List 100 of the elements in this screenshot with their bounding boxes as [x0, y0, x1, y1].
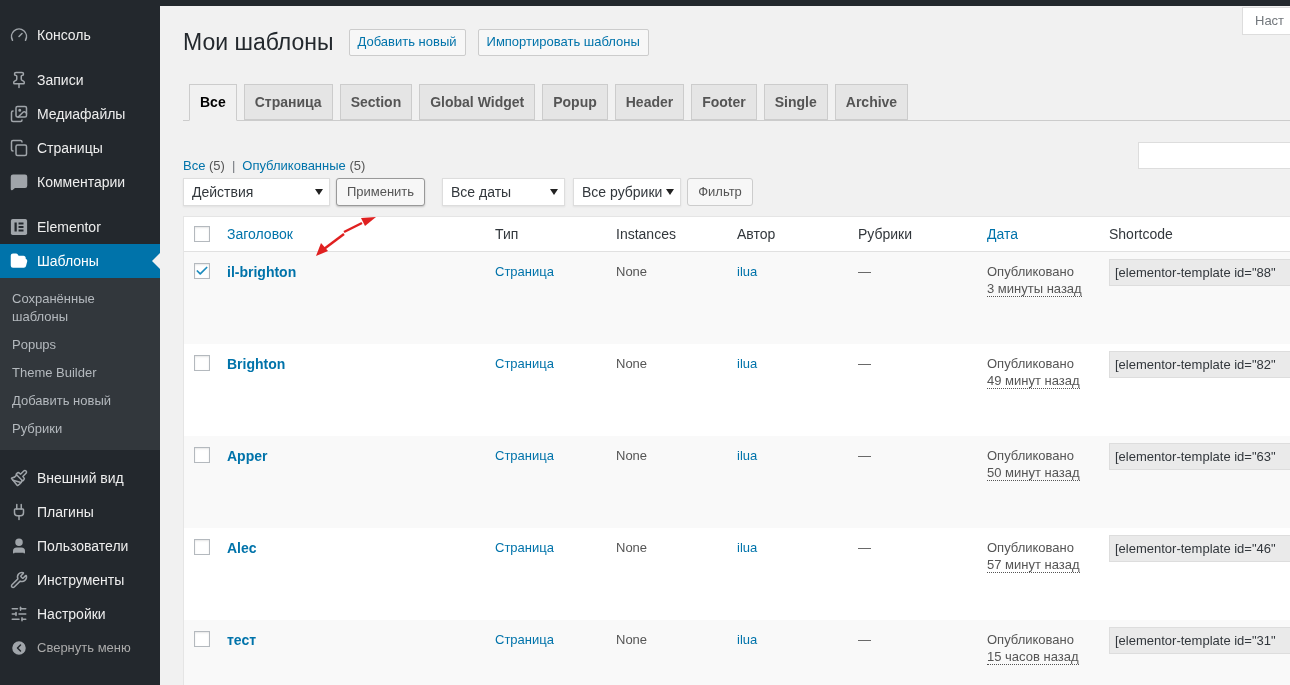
- view-link[interactable]: Опубликованные (5): [242, 155, 366, 175]
- check-icon: [195, 264, 209, 278]
- tab[interactable]: Popup: [542, 84, 608, 120]
- status-text: Опубликовано: [987, 263, 1074, 281]
- author-link[interactable]: ilua: [737, 630, 758, 650]
- checkbox[interactable]: [194, 631, 210, 647]
- bulk-actions-select[interactable]: Действия: [183, 178, 330, 206]
- date-text: 15 часов назад: [987, 649, 1079, 665]
- search-field[interactable]: [1138, 142, 1290, 169]
- filter-button[interactable]: Фильтр: [687, 178, 753, 206]
- tab[interactable]: Все: [189, 84, 237, 121]
- type-link[interactable]: Страница: [495, 262, 554, 282]
- tab[interactable]: Header: [614, 84, 685, 120]
- collapse-icon: [10, 639, 28, 657]
- tab[interactable]: Footer: [691, 84, 757, 120]
- table-cell-text: None: [616, 447, 648, 465]
- wrench-icon: [10, 571, 28, 589]
- status-text: Опубликовано: [987, 631, 1074, 649]
- date-text: 50 минут назад: [987, 465, 1080, 481]
- author-link[interactable]: ilua: [737, 446, 758, 466]
- shortcode-field[interactable]: [elementor-template id="31": [1109, 627, 1290, 654]
- submenu-item[interactable]: Theme Builder: [0, 359, 160, 387]
- table-cell-text: None: [616, 263, 648, 281]
- collapse-menu-button[interactable]: Свернуть меню: [0, 631, 160, 665]
- pages-icon: [10, 139, 28, 157]
- template-title-link[interactable]: Brighton: [227, 354, 495, 375]
- table-cell-text: None: [616, 355, 648, 373]
- tab[interactable]: Archive: [834, 84, 909, 120]
- sidebar-item[interactable]: Комментарии: [0, 165, 160, 199]
- pin-icon: [10, 71, 28, 89]
- column-header: Shortcode: [1109, 224, 1174, 244]
- status-text: Опубликовано: [987, 447, 1074, 465]
- type-link[interactable]: Страница: [495, 354, 554, 374]
- sidebar-item[interactable]: Страницы: [0, 131, 160, 165]
- shortcode-field[interactable]: [elementor-template id="63": [1109, 443, 1290, 470]
- tab[interactable]: Страница: [243, 84, 333, 120]
- status-text: Опубликовано: [987, 539, 1074, 557]
- author-link[interactable]: ilua: [737, 538, 758, 558]
- sidebar-item[interactable]: Elementor: [0, 210, 160, 244]
- column-header: Рубрики: [858, 224, 914, 244]
- checkbox[interactable]: [194, 263, 210, 279]
- import-button[interactable]: Импортировать шаблоны: [477, 28, 649, 56]
- type-link[interactable]: Страница: [495, 630, 554, 650]
- speech-bubble-icon: [10, 173, 28, 191]
- table-cell-text: None: [616, 539, 648, 557]
- author-link[interactable]: ilua: [737, 354, 758, 374]
- categories-select[interactable]: Все рубрики: [573, 178, 681, 206]
- submenu-item[interactable]: Popups: [0, 331, 160, 359]
- separator: |: [230, 156, 237, 175]
- sidebar-item[interactable]: Консоль: [0, 18, 160, 52]
- sidebar-item[interactable]: Шаблоны: [0, 244, 160, 278]
- sliders-icon: [10, 605, 28, 623]
- sidebar-item[interactable]: Записи: [0, 63, 160, 97]
- date-text: 49 минут назад: [987, 373, 1080, 389]
- add-new-button[interactable]: Добавить новый: [348, 28, 466, 56]
- checkbox[interactable]: [194, 226, 210, 242]
- sidebar-item[interactable]: Медиафайлы: [0, 97, 160, 131]
- paintbrush-icon: [10, 469, 28, 487]
- screen-options-button[interactable]: Наст: [1242, 7, 1290, 35]
- column-header[interactable]: Заголовок: [227, 223, 495, 245]
- type-link[interactable]: Страница: [495, 538, 554, 558]
- gauge-icon: [10, 26, 28, 44]
- submenu-item[interactable]: Сохранённые шаблоны: [0, 285, 160, 331]
- submenu-item[interactable]: Рубрики: [0, 415, 160, 443]
- shortcode-field[interactable]: [elementor-template id="88": [1109, 259, 1290, 286]
- shortcode-field[interactable]: [elementor-template id="82": [1109, 351, 1290, 378]
- shortcode-field[interactable]: [elementor-template id="46": [1109, 535, 1290, 562]
- sidebar-item[interactable]: Пользователи: [0, 529, 160, 563]
- tab[interactable]: Global Widget: [419, 84, 536, 120]
- images-icon: [10, 105, 28, 123]
- sidebar-item[interactable]: Плагины: [0, 495, 160, 529]
- date-text: 57 минут назад: [987, 557, 1080, 573]
- table-cell-text: —: [858, 631, 871, 649]
- view-link[interactable]: Все (5): [183, 155, 225, 175]
- status-text: Опубликовано: [987, 355, 1074, 373]
- checkbox[interactable]: [194, 355, 210, 371]
- checkbox[interactable]: [194, 447, 210, 463]
- checkbox[interactable]: [194, 539, 210, 555]
- column-header[interactable]: Дата: [987, 223, 1109, 245]
- template-title-link[interactable]: Apper: [227, 446, 495, 467]
- table-cell-text: None: [616, 631, 648, 649]
- caret-icon: [315, 189, 323, 195]
- elementor-icon: [10, 218, 28, 236]
- template-title-link[interactable]: тест: [227, 630, 495, 651]
- table-cell-text: —: [858, 263, 871, 281]
- sidebar-item[interactable]: Настройки: [0, 597, 160, 631]
- tab[interactable]: Single: [763, 84, 828, 120]
- caret-icon: [666, 189, 674, 195]
- sidebar-item[interactable]: Инструменты: [0, 563, 160, 597]
- sidebar-item[interactable]: Внешний вид: [0, 461, 160, 495]
- template-title-link[interactable]: il-brighton: [227, 262, 495, 283]
- apply-button[interactable]: Применить: [336, 178, 425, 206]
- submenu-item[interactable]: Добавить новый: [0, 387, 160, 415]
- column-header: Instances: [616, 224, 677, 244]
- template-title-link[interactable]: Alec: [227, 538, 495, 559]
- type-link[interactable]: Страница: [495, 446, 554, 466]
- author-link[interactable]: ilua: [737, 262, 758, 282]
- tab[interactable]: Section: [339, 84, 413, 120]
- table-cell-text: —: [858, 355, 871, 373]
- dates-select[interactable]: Все даты: [442, 178, 565, 206]
